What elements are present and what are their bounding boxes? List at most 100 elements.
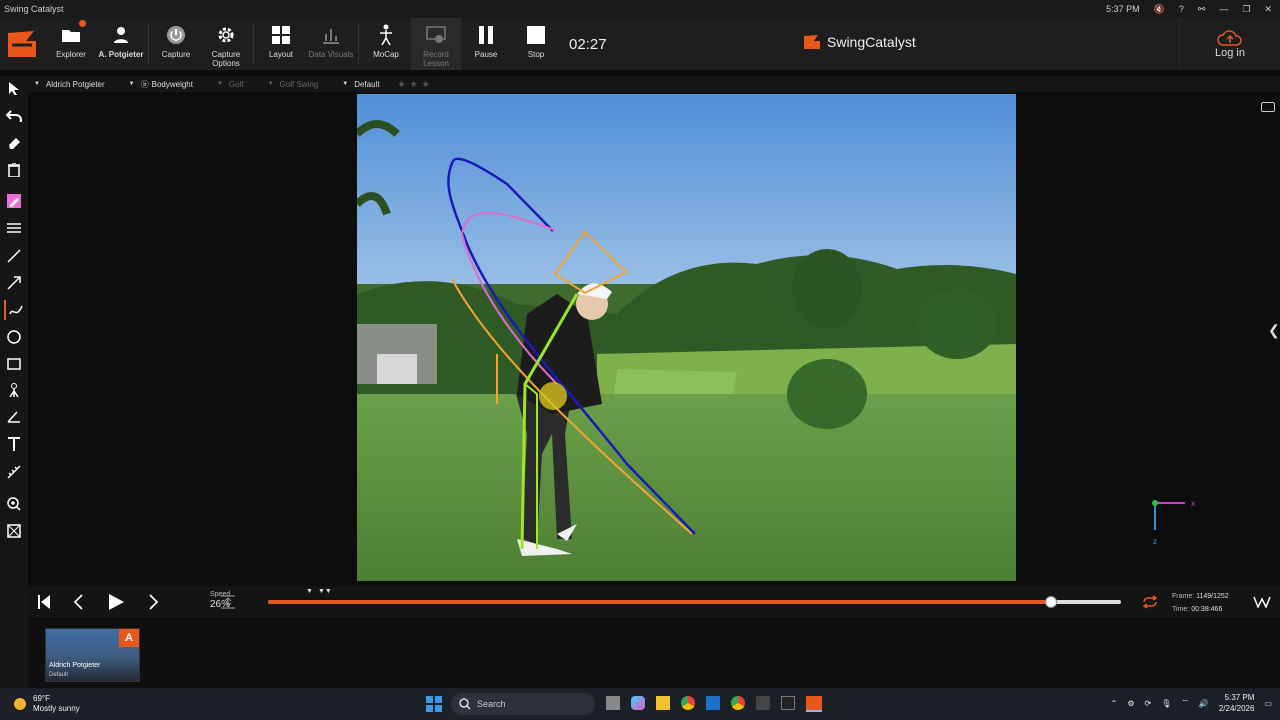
trash-icon[interactable] <box>4 160 24 180</box>
athlete-dropdown[interactable]: ▼ Aldrich Potgieter <box>28 80 105 89</box>
chevron-left-icon[interactable]: ❮ <box>1268 322 1280 339</box>
sport-dropdown[interactable]: ▼ Golf <box>211 80 244 89</box>
data-visuals-label: Data Visuals <box>308 50 354 59</box>
video-viewport[interactable] <box>357 94 1016 581</box>
freehand-icon[interactable] <box>4 300 26 320</box>
calculator-icon[interactable] <box>756 696 770 710</box>
video-thumbnail[interactable]: A Aldrich Potgieter Default <box>45 628 140 682</box>
profile-dropdown[interactable]: ▼ Default <box>336 80 379 89</box>
system-tray: ⌃ ⚙ ⟳ 🎙 ⌔ 🔊 5:37 PM 2/24/2026 ▭ <box>1111 692 1272 714</box>
thumbnail-profile: Default <box>49 672 69 678</box>
snapshot-icon[interactable] <box>1261 102 1275 112</box>
terminal-icon[interactable] <box>781 696 795 710</box>
capture-button[interactable]: Capture <box>151 18 201 70</box>
notification-dot <box>79 20 86 27</box>
swing-catalyst-task-icon[interactable] <box>806 696 822 712</box>
waveform-icon[interactable] <box>1252 592 1272 612</box>
eraser-icon[interactable] <box>4 133 24 153</box>
windows-start-icon[interactable] <box>426 696 442 717</box>
previous-frame-icon[interactable] <box>68 592 88 612</box>
athlete-button[interactable]: A. Potgieter <box>96 18 146 70</box>
loop-icon[interactable] <box>1140 592 1160 612</box>
text-icon[interactable] <box>4 434 24 454</box>
layout-grid-icon <box>270 24 292 46</box>
bodyweight-dropdown[interactable]: ▼ ⓑ Bodyweight <box>123 79 193 90</box>
line-icon[interactable] <box>4 246 24 266</box>
notifications-icon[interactable]: ▭ <box>1264 699 1272 708</box>
copilot-icon[interactable] <box>631 696 645 710</box>
pointer-icon[interactable] <box>4 78 24 98</box>
weather-desc: Mostly sunny <box>33 704 80 713</box>
stop-button[interactable]: Stop <box>511 18 561 70</box>
os-taskbar: 69°F Mostly sunny Search ⌃ ⚙ ⟳ 🎙 ⌔ 🔊 5:3… <box>0 688 1280 720</box>
line-width-icon[interactable] <box>4 218 24 238</box>
minimize-icon[interactable]: — <box>1219 4 1228 14</box>
play-icon[interactable] <box>106 592 126 612</box>
volume-icon[interactable]: 🔊 <box>1199 699 1209 708</box>
angle-icon[interactable] <box>4 407 24 427</box>
thumbnail-name: Aldrich Potgieter <box>49 662 101 669</box>
golf-swing-frame <box>357 94 1016 581</box>
capture-options-button[interactable]: Capture Options <box>201 18 251 70</box>
chevron-up-icon[interactable]: ⌃ <box>1111 699 1118 708</box>
mute-icon[interactable]: 🔇 <box>1154 4 1165 15</box>
file-explorer-icon[interactable] <box>656 696 670 710</box>
explorer-button[interactable]: Explorer <box>46 18 96 70</box>
undo-icon[interactable] <box>4 106 24 126</box>
timeline-scrubber[interactable]: ▼ ▼▼ <box>268 588 1121 608</box>
profile-value: Default <box>354 79 380 89</box>
body-marker-icon[interactable] <box>4 380 24 400</box>
timeline-progress <box>268 600 1052 604</box>
title-bar: Swing Catalyst 5:37 PM 🔇 ? ⚯ — ❐ ✕ <box>0 0 1280 18</box>
capture-label: Capture <box>161 50 191 59</box>
user-icon <box>110 24 132 46</box>
restore-icon[interactable]: ❐ <box>1242 4 1250 15</box>
marker-double-icon[interactable]: ▼▼ <box>318 588 332 595</box>
zoom-icon[interactable] <box>4 494 24 514</box>
athlete-dropdown-value: Aldrich Potgieter <box>45 79 105 89</box>
chrome-icon[interactable] <box>681 696 695 710</box>
arrow-icon[interactable] <box>4 273 24 293</box>
circle-icon[interactable] <box>4 327 24 347</box>
axis-z-label: z <box>1153 537 1157 545</box>
timeline-handle[interactable] <box>1045 596 1058 608</box>
chart-icon <box>320 24 342 46</box>
pause-button[interactable]: Pause <box>461 18 511 70</box>
mocap-button[interactable]: MoCap <box>361 18 411 70</box>
system-clock[interactable]: 5:37 PM 2/24/2026 <box>1219 692 1255 714</box>
chrome-profile-icon[interactable] <box>731 696 745 710</box>
activity-dropdown[interactable]: ▼ Golf Swing <box>262 80 319 89</box>
wifi-icon[interactable]: ⌔ <box>1181 698 1189 708</box>
rectangle-icon[interactable] <box>4 354 24 374</box>
weather-widget[interactable]: 69°F Mostly sunny <box>12 694 80 714</box>
mic-icon[interactable]: 🎙 <box>1161 699 1171 708</box>
help-icon[interactable]: ? <box>1179 4 1184 14</box>
layout-button[interactable]: Layout <box>256 18 306 70</box>
task-view-icon[interactable] <box>606 696 620 710</box>
skip-to-start-icon[interactable] <box>34 592 54 612</box>
measure-icon[interactable] <box>4 462 24 482</box>
rating-stars[interactable]: ★★★ <box>398 79 434 90</box>
next-frame-icon[interactable] <box>144 592 164 612</box>
pause-label: Pause <box>474 50 498 59</box>
record-lesson-button[interactable]: Record Lesson <box>411 18 461 70</box>
network-icon[interactable]: ⚯ <box>1198 4 1206 15</box>
outlook-icon[interactable] <box>706 696 720 710</box>
data-visuals-button[interactable]: Data Visuals <box>306 18 356 70</box>
recording-timer: 02:27 <box>569 35 607 53</box>
tray-app-icon[interactable]: ⚙ <box>1127 699 1134 708</box>
bodyweight-icon: ⓑ <box>140 79 149 89</box>
marker-icon[interactable]: ▼ <box>306 588 313 595</box>
sport-value: Golf <box>228 79 244 89</box>
color-picker-icon[interactable] <box>4 191 24 211</box>
sun-icon <box>14 698 26 710</box>
taskbar-search[interactable]: Search <box>451 693 595 715</box>
fullscreen-icon[interactable] <box>4 521 24 541</box>
stop-icon <box>525 24 547 46</box>
sync-icon[interactable]: ⟳ <box>1144 699 1151 708</box>
close-icon[interactable]: ✕ <box>1264 4 1272 15</box>
login-button[interactable]: Log in <box>1179 18 1280 70</box>
gear-icon <box>215 24 237 46</box>
mocap-label: MoCap <box>373 50 399 59</box>
trim-icon[interactable] <box>218 592 238 612</box>
